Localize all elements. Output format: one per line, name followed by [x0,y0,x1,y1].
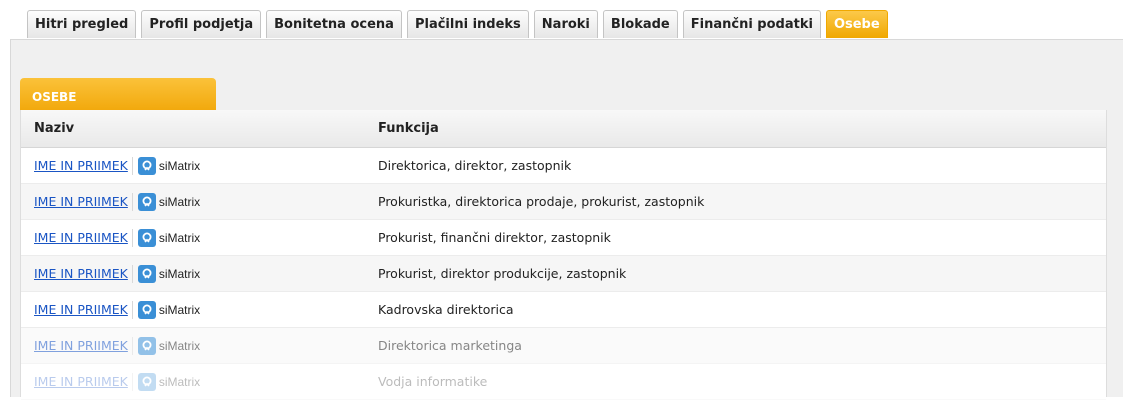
name-cell: IME IN PRIIMEK siMatrix [21,264,366,283]
name-cell: IME IN PRIIMEK siMatrix [21,228,366,247]
name-cell: IME IN PRIIMEK siMatrix [21,300,366,319]
table-row: IME IN PRIIMEK siMatrix Prokuristka, dir… [21,184,1106,220]
simatrix-link[interactable]: siMatrix [159,195,200,209]
table-row: IME IN PRIIMEK siMatrix Direktorica, dir… [21,148,1106,184]
person-name-link[interactable]: IME IN PRIIMEK [34,266,128,281]
header-funkcija: Funkcija [378,121,439,136]
person-name-link[interactable]: IME IN PRIIMEK [34,194,128,209]
persons-table: Naziv Funkcija IME IN PRIIMEK siMatrix D… [20,110,1107,400]
separator [131,228,133,247]
table-header: Naziv Funkcija [21,110,1106,148]
separator [131,264,133,283]
separator [131,300,133,319]
table-row: IME IN PRIIMEK siMatrix Kadrovska direkt… [21,292,1106,328]
function-cell: Prokurist, direktor produkcije, zastopni… [378,266,627,281]
tab-hitri-pregled[interactable]: Hitri pregled [27,10,137,38]
function-cell: Direktorica, direktor, zastopnik [378,158,572,173]
person-name-link[interactable]: IME IN PRIIMEK [34,374,128,389]
simatrix-icon[interactable] [137,300,156,319]
separator [131,336,133,355]
tab-bonitetna-ocena[interactable]: Bonitetna ocena [266,10,402,38]
name-cell: IME IN PRIIMEK siMatrix [21,192,366,211]
simatrix-link[interactable]: siMatrix [159,339,200,353]
header-naziv: Naziv [34,121,75,136]
simatrix-icon[interactable] [137,228,156,247]
tab-profil-podjetja[interactable]: Profil podjetja [141,10,262,38]
tab-blokade[interactable]: Blokade [602,10,678,38]
simatrix-icon[interactable] [137,264,156,283]
section-title: OSEBE [20,78,216,110]
simatrix-icon[interactable] [137,336,156,355]
tab-bar: Hitri pregled Profil podjetja Bonitetna … [27,10,888,39]
simatrix-link[interactable]: siMatrix [159,159,200,173]
simatrix-link[interactable]: siMatrix [159,231,200,245]
separator [131,192,133,211]
name-cell: IME IN PRIIMEK siMatrix [21,156,366,175]
function-cell: Prokuristka, direktorica prodaje, prokur… [378,194,705,209]
name-cell: IME IN PRIIMEK siMatrix [21,372,366,391]
tab-naroki[interactable]: Naroki [533,10,598,38]
person-name-link[interactable]: IME IN PRIIMEK [34,302,128,317]
person-name-link[interactable]: IME IN PRIIMEK [34,338,128,353]
person-name-link[interactable]: IME IN PRIIMEK [34,230,128,245]
tab-osebe[interactable]: Osebe [825,10,888,38]
function-cell: Prokurist, finančni direktor, zastopnik [378,230,611,245]
simatrix-link[interactable]: siMatrix [159,303,200,317]
separator [131,156,133,175]
simatrix-icon[interactable] [137,156,156,175]
name-cell: IME IN PRIIMEK siMatrix [21,336,366,355]
table-row: IME IN PRIIMEK siMatrix Prokurist, finan… [21,220,1106,256]
tab-financni-podatki[interactable]: Finančni podatki [682,10,821,38]
simatrix-icon[interactable] [137,192,156,211]
table-row: IME IN PRIIMEK siMatrix Direktorica mark… [21,328,1106,364]
simatrix-icon[interactable] [137,372,156,391]
function-cell: Vodja informatike [378,374,488,389]
separator [131,372,133,391]
function-cell: Kadrovska direktorica [378,302,514,317]
function-cell: Direktorica marketinga [378,338,522,353]
table-row: IME IN PRIIMEK siMatrix Vodja informatik… [21,364,1106,400]
table-row: IME IN PRIIMEK siMatrix Prokurist, direk… [21,256,1106,292]
simatrix-link[interactable]: siMatrix [159,267,200,281]
tab-placilni-indeks[interactable]: Plačilni indeks [406,10,529,38]
person-name-link[interactable]: IME IN PRIIMEK [34,158,128,173]
simatrix-link[interactable]: siMatrix [159,375,200,389]
